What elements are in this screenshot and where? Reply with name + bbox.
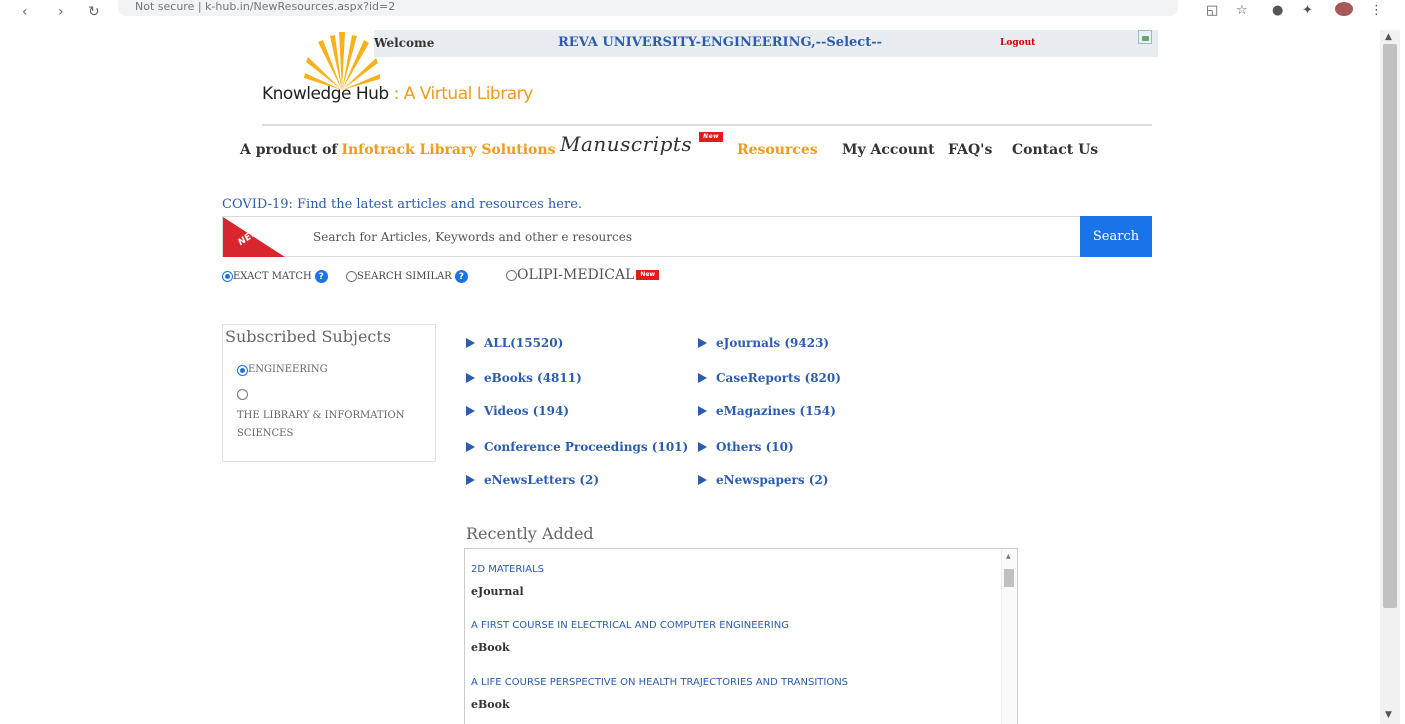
broken-image-icon <box>1138 30 1152 44</box>
site-logo-text[interactable]: Knowledge Hub : A Virtual Library <box>262 84 533 104</box>
reload-icon[interactable]: ↻ <box>88 4 100 20</box>
subject-item-library-sciences[interactable]: THE LIBRARY & INFORMATION SCIENCES <box>237 389 437 443</box>
menu-dots-icon[interactable]: ⋮ <box>1370 3 1383 18</box>
address-bar-text: Not secure | k-hub.in/NewResources.aspx?… <box>135 0 396 13</box>
triangle-right-icon <box>466 373 475 383</box>
recent-item-kind: eBook <box>471 698 510 711</box>
triangle-right-icon <box>466 406 475 416</box>
resource-enewsletters[interactable]: eNewsLetters (2) <box>466 473 599 487</box>
puzzle-icon[interactable]: ✦ <box>1302 3 1313 18</box>
scroll-down-icon[interactable]: ▼ <box>1385 710 1392 720</box>
resource-ejournals[interactable]: eJournals (9423) <box>698 336 829 350</box>
resource-emagazines[interactable]: eMagazines (154) <box>698 404 836 418</box>
bookmark-star-icon[interactable]: ☆ <box>1236 3 1248 18</box>
page-scrollbar-thumb[interactable] <box>1383 44 1397 608</box>
triangle-right-icon <box>466 338 475 348</box>
exact-match-label: EXACT MATCH <box>233 271 312 282</box>
recent-item-title[interactable]: A LIFE COURSE PERSPECTIVE ON HEALTH TRAJ… <box>471 676 848 690</box>
subject-item-engineering[interactable]: ENGINEERING <box>237 361 328 379</box>
search-bar: NEW! Search <box>222 216 1152 257</box>
recent-item-title[interactable]: A FIRST COURSE IN ELECTRICAL AND COMPUTE… <box>471 619 789 633</box>
exact-match-radio[interactable] <box>222 271 233 282</box>
triangle-right-icon <box>698 338 707 348</box>
resource-others[interactable]: Others (10) <box>698 440 794 454</box>
subject-engineering-label: ENGINEERING <box>248 364 328 375</box>
nav-resources[interactable]: Resources <box>737 142 818 158</box>
product-of-label: A product of <box>240 142 338 158</box>
recently-added-list[interactable]: 2D MATERIALS eJournal A FIRST COURSE IN … <box>464 548 1018 724</box>
new-ribbon: NEW! <box>223 217 285 257</box>
triangle-right-icon <box>466 442 475 452</box>
olipi-medical-radio[interactable] <box>506 269 517 281</box>
browser-chrome: ‹ › ↻ Not secure | k-hub.in/NewResources… <box>0 0 1405 26</box>
scroll-up-icon[interactable]: ▲ <box>1385 32 1392 42</box>
triangle-right-icon <box>698 475 707 485</box>
nav-faqs[interactable]: FAQ's <box>948 142 992 158</box>
header-divider <box>262 124 1152 126</box>
logo-separator: : <box>388 84 404 104</box>
triangle-right-icon <box>466 475 475 485</box>
subscribed-subjects-title: Subscribed Subjects <box>225 327 392 346</box>
search-similar-option[interactable]: SEARCH SIMILAR ? <box>346 270 468 283</box>
sun-logo-icon <box>304 32 380 90</box>
exact-match-help-icon[interactable]: ? <box>314 270 328 283</box>
welcome-bar: Welcome REVA UNIVERSITY-ENGINEERING,--Se… <box>374 30 1158 57</box>
olipi-new-badge: New <box>636 270 660 280</box>
back-icon[interactable]: ‹ <box>22 4 28 20</box>
recently-added-scrollbar-thumb[interactable] <box>1004 569 1014 587</box>
list-item[interactable]: A FIRST COURSE IN ELECTRICAL AND COMPUTE… <box>471 619 789 654</box>
olipi-medical-option[interactable]: OLIPI-MEDICAL New <box>506 267 660 283</box>
nav-my-account[interactable]: My Account <box>842 142 935 158</box>
resource-all[interactable]: ALL(15520) <box>466 336 563 350</box>
share-icon[interactable]: ◱ <box>1206 3 1218 18</box>
search-input[interactable] <box>313 218 1073 255</box>
list-item[interactable]: A LIFE COURSE PERSPECTIVE ON HEALTH TRAJ… <box>471 676 848 711</box>
forward-icon[interactable]: › <box>58 4 64 20</box>
extension-icon[interactable]: ● <box>1272 3 1283 18</box>
list-item[interactable]: 2D MATERIALS eJournal <box>471 563 544 598</box>
resource-casereports[interactable]: CaseReports (820) <box>698 371 841 385</box>
profile-avatar[interactable] <box>1335 2 1353 16</box>
manuscripts-link[interactable]: Manuscripts New <box>560 132 724 156</box>
page-scrollbar[interactable]: ▲ ▼ <box>1380 30 1400 724</box>
nav-contact-us[interactable]: Contact Us <box>1012 142 1098 158</box>
exact-match-option[interactable]: EXACT MATCH ? <box>222 270 328 283</box>
recent-item-kind: eBook <box>471 641 510 654</box>
triangle-right-icon <box>698 373 707 383</box>
logout-link[interactable]: Logout <box>1000 38 1035 48</box>
subscribed-subjects-panel: Subscribed Subjects ENGINEERING THE LIBR… <box>222 324 436 462</box>
subject-library-radio[interactable] <box>237 389 248 400</box>
infotrack-link[interactable]: Infotrack Library Solutions <box>341 142 555 158</box>
product-credit: A product of Infotrack Library Solutions <box>240 139 555 165</box>
institution-label: REVA UNIVERSITY-ENGINEERING,--Select-- <box>558 35 882 50</box>
covid-link[interactable]: COVID-19: Find the latest articles and r… <box>222 197 582 212</box>
scroll-up-icon[interactable]: ▲ <box>1006 553 1011 560</box>
search-similar-label: SEARCH SIMILAR <box>357 271 452 282</box>
welcome-label: Welcome <box>374 36 435 50</box>
recently-added-scrollbar[interactable]: ▲ <box>1001 549 1017 724</box>
triangle-right-icon <box>698 442 707 452</box>
resource-videos[interactable]: Videos (194) <box>466 404 569 418</box>
logo-name: Knowledge Hub <box>262 84 389 104</box>
recently-added-title: Recently Added <box>466 524 594 543</box>
manuscripts-label: Manuscripts <box>560 132 693 156</box>
resource-enewspapers[interactable]: eNewspapers (2) <box>698 473 828 487</box>
search-similar-help-icon[interactable]: ? <box>454 270 468 283</box>
recent-item-title[interactable]: 2D MATERIALS <box>471 563 544 577</box>
triangle-right-icon <box>698 406 707 416</box>
search-button[interactable]: Search <box>1080 216 1152 257</box>
subject-library-label: THE LIBRARY & INFORMATION SCIENCES <box>237 410 405 439</box>
manuscripts-new-badge: New <box>699 132 724 142</box>
subject-engineering-radio[interactable] <box>237 364 248 376</box>
resource-ebooks[interactable]: eBooks (4811) <box>466 371 582 385</box>
logo-tagline: A Virtual Library <box>403 84 533 104</box>
recent-item-kind: eJournal <box>471 585 524 598</box>
olipi-medical-label: OLIPI-MEDICAL <box>517 267 635 283</box>
search-similar-radio[interactable] <box>346 271 357 282</box>
resource-conference-proceedings[interactable]: Conference Proceedings (101) <box>466 440 688 454</box>
